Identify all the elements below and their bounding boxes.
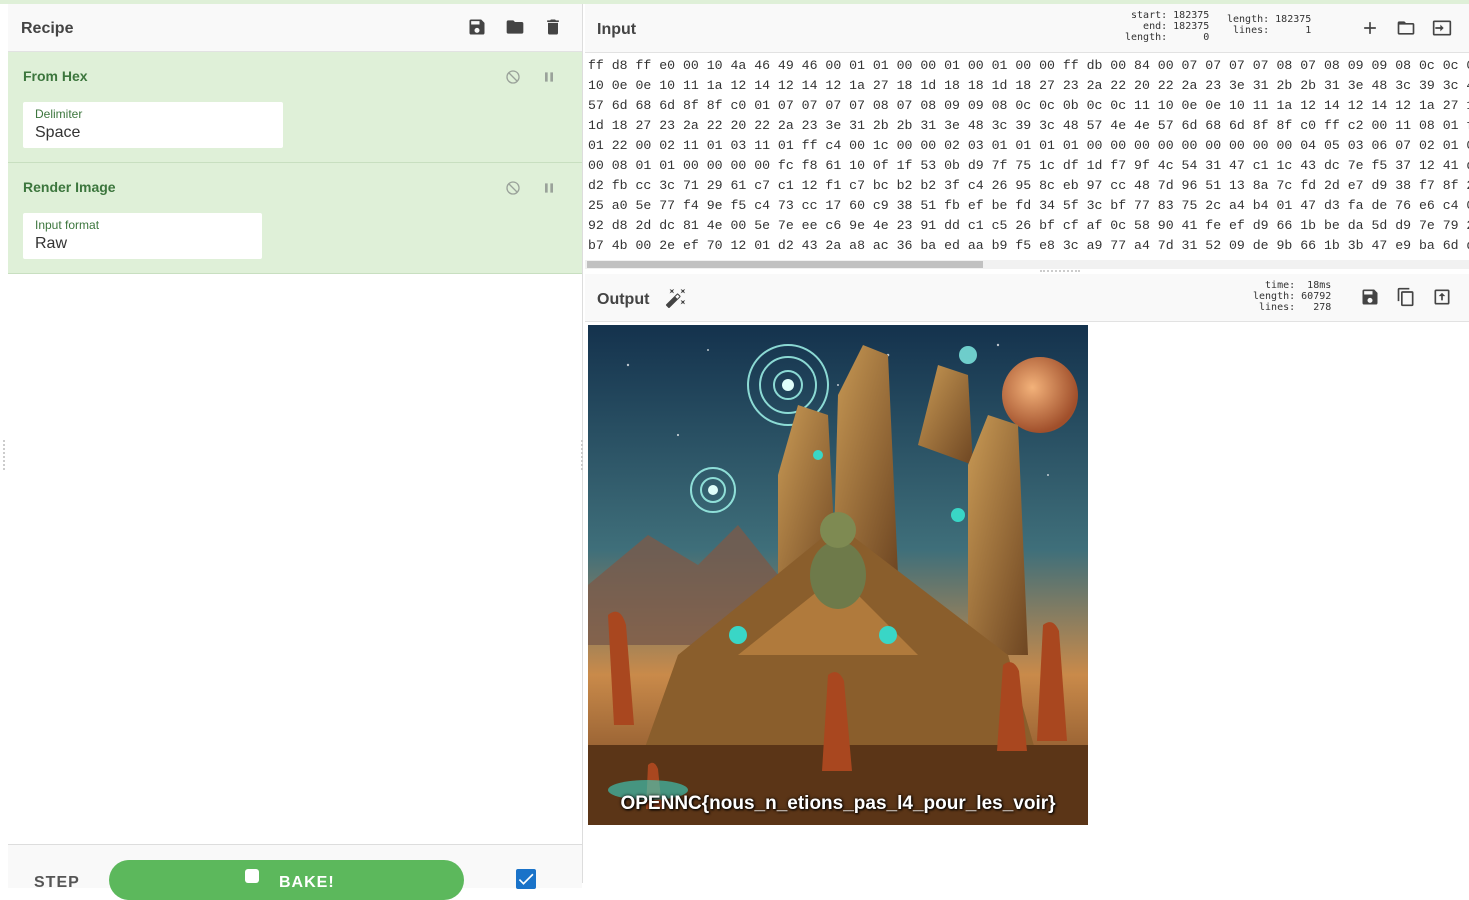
- output-header: Output time: 18ms length: 60792 lines: 2…: [585, 274, 1469, 322]
- hex-line: ff d8 ff e0 00 10 4a 46 49 46 00 01 01 0…: [588, 58, 1469, 73]
- hex-line: 57 6d 68 6d 8f 8f c0 01 07 07 07 07 08 0…: [588, 98, 1469, 113]
- hex-line: 92 d8 2d dc 81 4e 00 5e 7e ee c6 9e 4e 2…: [588, 218, 1469, 233]
- hex-line: 01 22 00 02 11 01 03 11 01 ff c4 00 1c 0…: [588, 138, 1469, 153]
- save-icon[interactable]: [1359, 286, 1381, 308]
- field-value: Space: [35, 124, 81, 141]
- image-caption: OPENNC{nous_n_etions_pas_l4_pour_les_voi…: [620, 793, 1056, 814]
- hex-line: b7 4b 00 2e ef 70 12 01 d2 43 2a a8 ac 3…: [588, 238, 1469, 253]
- output-title: Output: [597, 291, 650, 308]
- pause-icon[interactable]: [538, 177, 560, 199]
- step-button[interactable]: STEP: [34, 874, 80, 892]
- disable-icon[interactable]: [502, 177, 524, 199]
- hex-line: d2 fb cc 3c 71 29 61 c7 c1 12 f1 c7 bc b…: [588, 178, 1469, 193]
- operation-from-hex[interactable]: From Hex Delimiter Space: [8, 52, 582, 163]
- auto-bake-checkbox[interactable]: [516, 869, 536, 889]
- output-stats: time: 18ms length: 60792 lines: 278: [1253, 280, 1332, 313]
- plus-icon[interactable]: [1359, 17, 1381, 39]
- save-icon[interactable]: [466, 16, 488, 38]
- pause-icon[interactable]: [538, 66, 560, 88]
- folder-icon[interactable]: [1395, 17, 1417, 39]
- input-header: Input start: 182375 end: 182375 length: …: [585, 4, 1469, 53]
- recipe-title: Recipe: [21, 20, 74, 37]
- input-panel: Input start: 182375 end: 182375 length: …: [585, 4, 1469, 270]
- magic-wand-icon[interactable]: [665, 287, 687, 314]
- replace-input-icon[interactable]: [1431, 286, 1453, 308]
- rendered-image: OPENNC{nous_n_etions_pas_l4_pour_les_voi…: [588, 325, 1088, 825]
- operation-render-image[interactable]: Render Image Input format Raw: [8, 163, 582, 274]
- checkmark-icon: [518, 873, 534, 885]
- input-textarea[interactable]: ff d8 ff e0 00 10 4a 46 49 46 00 01 01 0…: [588, 56, 1469, 260]
- output-panel: Output time: 18ms length: 60792 lines: 2…: [585, 274, 1469, 883]
- input-selection-stats: start: 182375 end: 182375 length: 0: [1125, 10, 1210, 43]
- bake-button[interactable]: BAKE!: [109, 860, 464, 900]
- field-value: Raw: [35, 235, 68, 252]
- hex-line: 25 a0 5e 77 f4 9e f5 c4 73 cc 17 60 c9 3…: [588, 198, 1469, 213]
- chef-hat-icon: [245, 869, 259, 883]
- input-format-field[interactable]: Input format Raw: [23, 213, 262, 259]
- input-title: Input: [597, 21, 637, 38]
- recipe-controls: STEP BAKE!: [8, 844, 582, 900]
- field-label: Input format: [35, 218, 100, 232]
- trash-icon[interactable]: [542, 16, 564, 38]
- delimiter-field[interactable]: Delimiter Space: [23, 102, 283, 148]
- hex-line: 1d 18 27 23 2a 22 20 22 2a 23 3e 31 2b 2…: [588, 118, 1469, 133]
- disable-icon[interactable]: [502, 66, 524, 88]
- operation-title: Render Image: [23, 179, 116, 195]
- recipe-panel: Recipe From Hex Delimiter Space Render I…: [8, 4, 583, 900]
- bake-label: BAKE!: [279, 874, 335, 891]
- hex-line: 00 08 01 01 00 00 00 00 fc f8 61 10 0f 1…: [588, 158, 1469, 173]
- scrollbar-thumb[interactable]: [587, 261, 983, 268]
- field-label: Delimiter: [35, 107, 83, 121]
- hex-line: 10 0e 0e 10 11 1a 12 14 12 14 12 1a 27 1…: [588, 78, 1469, 93]
- alien-temple-illustration: [588, 325, 1088, 825]
- left-resize-handle[interactable]: [3, 440, 7, 470]
- input-length-stats: length: 182375 lines: 1: [1227, 14, 1312, 36]
- switch-icon[interactable]: [1431, 17, 1453, 39]
- copy-icon[interactable]: [1395, 286, 1417, 308]
- recipe-header: Recipe: [8, 4, 582, 52]
- folder-icon[interactable]: [504, 16, 526, 38]
- input-horizontal-scrollbar[interactable]: [585, 260, 1469, 269]
- operation-title: From Hex: [23, 68, 88, 84]
